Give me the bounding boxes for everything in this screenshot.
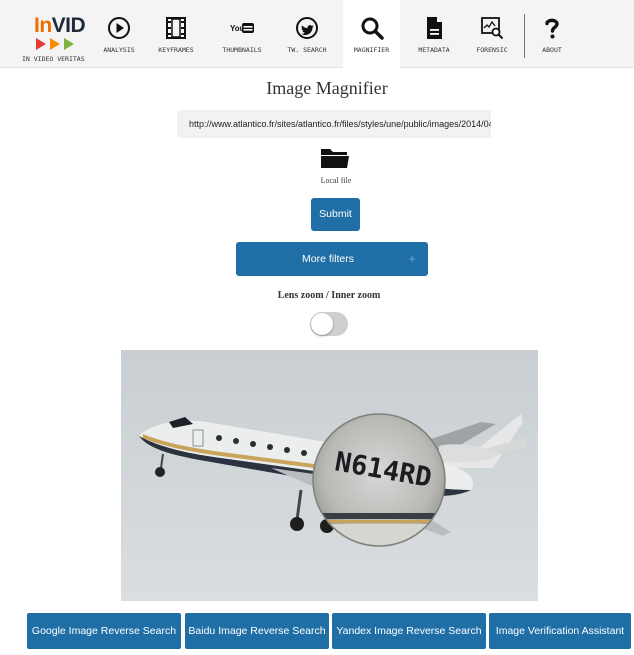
- forensic-icon: [481, 17, 504, 40]
- nav-magnifier[interactable]: MAGNIFIER: [343, 0, 400, 68]
- film-icon: [166, 17, 186, 39]
- more-filters-button[interactable]: More filters +: [236, 242, 428, 276]
- logo-arrows-icon: [36, 38, 74, 50]
- folder-icon[interactable]: [320, 146, 350, 170]
- nav-analysis[interactable]: ANALYSIS: [95, 0, 143, 68]
- invid-logo[interactable]: InVID IN VIDEO VERITAS: [22, 14, 92, 64]
- more-filters-label: More filters: [302, 253, 354, 265]
- verification-assistant-button[interactable]: Image Verification Assistant: [489, 613, 631, 649]
- question-icon: [545, 18, 559, 39]
- nav-label: ANALYSIS: [103, 46, 135, 54]
- baidu-reverse-search-button[interactable]: Baidu Image Reverse Search: [185, 613, 329, 649]
- document-icon: [427, 17, 442, 39]
- nav-metadata[interactable]: METADATA: [410, 0, 458, 68]
- toggle-knob: [311, 313, 333, 335]
- image-url-input[interactable]: http://www.atlantico.fr/sites/atlantico.…: [177, 110, 491, 138]
- nav-label: KEYFRAMES: [158, 46, 194, 54]
- logo-wordmark: InVID: [34, 14, 86, 37]
- nav-keyframes[interactable]: KEYFRAMES: [151, 0, 201, 68]
- plus-icon: +: [408, 251, 416, 266]
- play-circle-icon: [108, 17, 130, 39]
- nav-about[interactable]: ABOUT: [532, 0, 572, 68]
- nav-label: METADATA: [418, 46, 450, 54]
- local-file-label[interactable]: Local file: [0, 176, 634, 185]
- nav-label: THUMBNAILS: [222, 46, 262, 54]
- nav-label: TW. SEARCH: [287, 46, 327, 54]
- top-navigation: InVID IN VIDEO VERITAS ANALYSIS KEYFRAME…: [0, 0, 634, 68]
- nav-thumbnails[interactable]: You THUMBNAILS: [213, 0, 271, 68]
- nav-label: FORENSIC: [476, 46, 508, 54]
- twitter-icon: [296, 17, 318, 39]
- nav-tw-search[interactable]: TW. SEARCH: [282, 0, 332, 68]
- yandex-reverse-search-button[interactable]: Yandex Image Reverse Search: [332, 613, 486, 649]
- magnified-image[interactable]: N614RD: [121, 350, 538, 601]
- magnifier-icon: [361, 17, 384, 40]
- google-reverse-search-button[interactable]: Google Image Reverse Search: [27, 613, 181, 649]
- page-title: Image Magnifier: [266, 78, 388, 98]
- nav-divider: [524, 14, 525, 58]
- nav-label: ABOUT: [542, 46, 562, 54]
- zoom-mode-toggle[interactable]: [310, 312, 348, 336]
- youtube-icon: You: [230, 23, 254, 33]
- nav-label: MAGNIFIER: [353, 46, 390, 54]
- zoom-mode-label: Lens zoom / Inner zoom: [277, 290, 381, 301]
- nav-forensic[interactable]: FORENSIC: [468, 0, 516, 68]
- submit-button[interactable]: Submit: [311, 198, 360, 231]
- logo-tagline: IN VIDEO VERITAS: [22, 55, 85, 63]
